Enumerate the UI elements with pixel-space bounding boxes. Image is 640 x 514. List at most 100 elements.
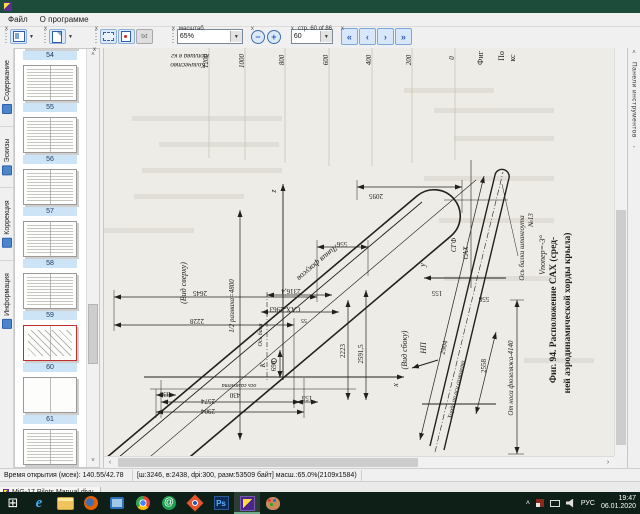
photoshop-taskbar-button[interactable]: Ps bbox=[208, 492, 234, 514]
thumbnail-page-label[interactable]: 59 bbox=[23, 311, 77, 320]
group-close-icon[interactable]: x bbox=[341, 26, 344, 32]
page-thumbnail-56[interactable] bbox=[23, 117, 77, 153]
group-close-icon[interactable]: x bbox=[172, 26, 175, 32]
display-taskbar-button[interactable] bbox=[104, 492, 130, 514]
thumbnail-page-label[interactable]: 54 bbox=[23, 51, 77, 60]
chrome-taskbar-button[interactable] bbox=[130, 492, 156, 514]
document-hscrollbar[interactable]: ‹ › bbox=[104, 456, 614, 468]
page-thumbnail-60[interactable] bbox=[23, 325, 77, 361]
display-icon bbox=[110, 497, 124, 509]
network-icon[interactable] bbox=[550, 500, 560, 507]
tab-thumbnails[interactable]: Эскизы bbox=[0, 127, 13, 188]
group-close-icon[interactable]: x bbox=[251, 26, 254, 32]
viewer-icon bbox=[187, 495, 204, 512]
document-page[interactable]: топлива в кгКоличество120010008006004002… bbox=[104, 48, 614, 456]
group-close-icon[interactable]: x bbox=[5, 26, 8, 32]
page-thumbnail-55[interactable] bbox=[23, 65, 77, 101]
tab-correction[interactable]: Коррекция bbox=[0, 188, 13, 261]
page-dropdown-icon[interactable]: ▼ bbox=[320, 31, 332, 42]
tab-information[interactable]: Информация bbox=[0, 261, 13, 341]
page-thumbnail-62[interactable] bbox=[23, 429, 77, 465]
page-thumbnail-59[interactable] bbox=[23, 273, 77, 309]
status-open-time: Время открытия (мсек): 140.55/42.78 bbox=[0, 470, 133, 481]
group-close-icon[interactable]: x bbox=[44, 26, 47, 32]
layout-icon bbox=[13, 31, 25, 42]
page-thumbnail-54[interactable] bbox=[23, 48, 77, 49]
document-vscrollbar[interactable] bbox=[614, 48, 627, 456]
toolbars-side-strip[interactable]: ˄ Панели инструментов - bbox=[627, 48, 640, 468]
page-thumbnail-58[interactable] bbox=[23, 221, 77, 257]
page-indicator-label: стр. 60 of 86 bbox=[298, 26, 332, 32]
scroll-down-icon[interactable]: ˅ bbox=[87, 455, 99, 467]
scroll-left-icon[interactable]: ‹ bbox=[104, 457, 116, 468]
selection-rect-icon bbox=[103, 32, 114, 41]
page-layout-caret-icon[interactable]: ▼ bbox=[68, 34, 73, 40]
contents-icon bbox=[2, 104, 12, 114]
menu-bar: Файл О программе bbox=[0, 13, 640, 27]
page-thumbnail-57[interactable] bbox=[23, 169, 77, 205]
menu-about[interactable]: О программе bbox=[40, 15, 89, 24]
tray-expand-icon[interactable]: ˄ bbox=[526, 500, 530, 507]
display-mode-caret-icon[interactable]: ▼ bbox=[29, 34, 34, 40]
start-taskbar-button[interactable]: ⊞ bbox=[0, 492, 26, 514]
drawing-label: 800 bbox=[278, 54, 286, 65]
viewer-taskbar-button[interactable] bbox=[182, 492, 208, 514]
drawing-label: №13 bbox=[527, 213, 535, 228]
clock[interactable]: 19:47 06.01.2020 bbox=[601, 495, 636, 511]
system-tray: ˄ РУС 19:47 06.01.2020 bbox=[526, 495, 640, 511]
thumbnail-page-label[interactable]: 55 bbox=[23, 103, 77, 112]
thumbnail-item: 58 bbox=[15, 221, 85, 273]
thumbnail-page-label[interactable]: 58 bbox=[23, 259, 77, 268]
zoom-label: масштаб bbox=[179, 26, 204, 32]
thumbnails-icon bbox=[2, 165, 12, 175]
drawing-label: 1000 bbox=[238, 54, 246, 69]
page-thumbnail-61[interactable] bbox=[23, 377, 77, 413]
thumbnail-scrollbar[interactable]: ˄ ˅ bbox=[86, 49, 99, 467]
drawing-label: 2316,4 bbox=[281, 287, 301, 295]
collapse-chevron-icon[interactable]: ˄ bbox=[632, 50, 636, 56]
text-select-button[interactable]: txt bbox=[136, 29, 153, 44]
group-close-icon[interactable]: x bbox=[95, 26, 98, 32]
thumbnail-page-label[interactable]: 56 bbox=[23, 155, 77, 164]
tab-thumbnails-label: Эскизы bbox=[3, 139, 10, 163]
last-page-button[interactable]: » bbox=[395, 28, 412, 45]
page-layout-button[interactable] bbox=[49, 29, 66, 44]
next-page-button[interactable]: › bbox=[377, 28, 394, 45]
toolbar-group-page: x стр. 60 of 86 ▼ bbox=[286, 26, 336, 48]
display-mode-button[interactable] bbox=[10, 29, 27, 44]
hscroll-thumb[interactable] bbox=[118, 458, 418, 467]
application-window: Файл О программе x ▼ x ▼ x txt x масштаб bbox=[0, 0, 640, 514]
volume-icon[interactable] bbox=[566, 499, 575, 508]
thumbnail-page-label[interactable]: 57 bbox=[23, 207, 77, 216]
panel-close-icon[interactable]: x bbox=[93, 47, 96, 53]
group-close-icon[interactable]: x bbox=[291, 26, 294, 32]
zoom-in-button[interactable]: + bbox=[267, 30, 281, 44]
tab-contents[interactable]: Содержание bbox=[0, 48, 13, 127]
language-indicator[interactable]: РУС bbox=[581, 500, 595, 507]
page-input[interactable] bbox=[292, 31, 320, 42]
thumbnail-item: 60 bbox=[15, 325, 85, 377]
drawing-label: 2228 bbox=[190, 317, 205, 325]
zoom-dropdown-icon[interactable]: ▼ bbox=[230, 31, 242, 42]
firefox-taskbar-button[interactable] bbox=[78, 492, 104, 514]
mailru-taskbar-button[interactable]: @ bbox=[156, 492, 182, 514]
paint-taskbar-button[interactable] bbox=[260, 492, 286, 514]
hand-tool-button[interactable] bbox=[118, 29, 135, 44]
tab-correction-label: Коррекция bbox=[3, 200, 10, 234]
thumbnail-scroll-thumb[interactable] bbox=[88, 304, 98, 364]
vscroll-thumb[interactable] bbox=[616, 210, 626, 445]
drawing-label: 2645 bbox=[193, 289, 208, 297]
thumbnail-page-label[interactable]: 61 bbox=[23, 415, 77, 424]
thumbnail-page-label[interactable]: 60 bbox=[23, 363, 77, 372]
djvu-taskbar-button[interactable] bbox=[234, 492, 260, 514]
scroll-right-icon[interactable]: › bbox=[602, 457, 614, 468]
prev-page-button[interactable]: ‹ bbox=[359, 28, 376, 45]
action-center-icon[interactable] bbox=[536, 499, 544, 507]
edge-taskbar-button[interactable]: e bbox=[26, 492, 52, 514]
select-rect-button[interactable] bbox=[100, 29, 117, 44]
drawing-label: 155 bbox=[301, 394, 312, 402]
menu-file[interactable]: Файл bbox=[8, 15, 28, 24]
zoom-input[interactable] bbox=[178, 31, 230, 42]
drawing-label: 330 bbox=[159, 390, 170, 398]
explorer-taskbar-button[interactable] bbox=[52, 492, 78, 514]
